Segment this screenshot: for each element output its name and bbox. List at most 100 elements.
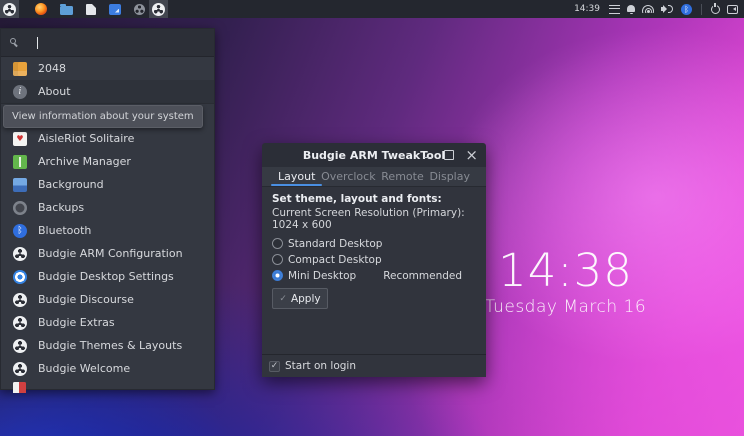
menu-item-label: Budgie Extras: [38, 316, 115, 329]
about-tooltip: View information about your system: [3, 105, 203, 128]
tweaktool-task-button[interactable]: [149, 0, 168, 18]
top-panel: 14:39 ᛒ: [0, 0, 744, 18]
panel-clock[interactable]: 14:39: [574, 4, 600, 14]
radio-button[interactable]: [272, 254, 283, 265]
notifications-icon[interactable]: [627, 5, 635, 12]
menu-item-label: Budgie Themes & Layouts: [38, 339, 182, 352]
menu-item-label: Archive Manager: [38, 155, 131, 168]
menu-pinned-section: 2048 About: [1, 57, 214, 103]
menu-item-budgie-desktop-settings[interactable]: Budgie Desktop Settings: [1, 265, 214, 288]
dialog-body: Set theme, layout and fonts: Current Scr…: [262, 187, 486, 354]
desktop-clock: 14:38 Tuesday March 16: [468, 248, 663, 317]
budgie-icon: [13, 362, 27, 376]
power-icon[interactable]: [711, 5, 720, 14]
menu-item-budgie-arm-configuration[interactable]: Budgie ARM Configuration: [1, 242, 214, 265]
start-on-login-checkbox[interactable]: [269, 361, 280, 372]
budgie-icon: [13, 339, 27, 353]
code-window-icon[interactable]: [109, 4, 121, 15]
section-heading: Set theme, layout and fonts:: [272, 193, 476, 205]
menu-item-bluetooth[interactable]: Bluetooth: [1, 219, 214, 242]
tab-overclock[interactable]: Overclock: [319, 167, 377, 186]
menu-app-list: AisleRiot Solitaire Archive Manager Backgr…: [1, 104, 214, 380]
menu-item-label: 2048: [38, 62, 66, 75]
close-icon[interactable]: [465, 150, 478, 160]
tab-bar: LayoutOverclockRemoteDisplay: [262, 167, 486, 187]
clipped-app-icon: [13, 382, 26, 393]
budgie-settings-icon: [13, 270, 27, 284]
game-2048-icon: [13, 62, 27, 76]
menu-item-budgie-themes-layouts[interactable]: Budgie Themes & Layouts: [1, 334, 214, 357]
bluetooth-icon: [13, 224, 27, 238]
menu-item-label: Budgie Desktop Settings: [38, 270, 174, 283]
budgie-menu-icon: [3, 3, 16, 16]
search-icon: [10, 38, 19, 47]
wifi-icon[interactable]: [642, 5, 654, 13]
radio-label: Compact Desktop: [288, 254, 382, 266]
radio-row-mini-desktop[interactable]: Mini Desktop Recommended: [272, 268, 476, 283]
budgie-menu-button[interactable]: [0, 0, 19, 18]
radio-row-standard-desktop[interactable]: Standard Desktop: [272, 236, 476, 251]
maximize-icon[interactable]: [444, 150, 454, 160]
tweaktool-task-icon: [152, 3, 165, 16]
menu-item-label: Budgie ARM Configuration: [38, 247, 183, 260]
menu-item-about[interactable]: About: [1, 80, 214, 103]
check-icon: [279, 294, 287, 304]
menu-item-backups[interactable]: Backups: [1, 196, 214, 219]
minimize-icon[interactable]: [423, 150, 433, 160]
menu-item-budgie-extras[interactable]: Budgie Extras: [1, 311, 214, 334]
status-area: 14:39 ᛒ: [574, 0, 744, 18]
menu-item-background[interactable]: Background: [1, 173, 214, 196]
menu-item-budgie-discourse[interactable]: Budgie Discourse: [1, 288, 214, 311]
budgie-icon: [13, 293, 27, 307]
radio-label: Mini Desktop: [288, 270, 356, 282]
menu-item-label: AisleRiot Solitaire: [38, 132, 134, 145]
clock-date: Tuesday March 16: [468, 297, 663, 317]
tab-display[interactable]: Display: [427, 167, 472, 186]
tab-layout[interactable]: Layout: [276, 167, 317, 186]
menu-item-label: Bluetooth: [38, 224, 91, 237]
menu-item-label: Budgie Discourse: [38, 293, 134, 306]
radio-row-compact-desktop[interactable]: Compact Desktop: [272, 252, 476, 267]
tray-expander-icon[interactable]: [727, 5, 738, 14]
budgie-icon: [13, 316, 27, 330]
about-info-icon: [13, 85, 27, 99]
titlebar[interactable]: Budgie ARM TweakTool: [262, 143, 486, 167]
panel-separator: [701, 4, 702, 15]
status-menu-icon[interactable]: [609, 5, 620, 14]
radio-note: Recommended: [383, 270, 462, 282]
tab-remote[interactable]: Remote: [379, 167, 425, 186]
apply-button-label: Apply: [291, 293, 321, 305]
radio-button[interactable]: [272, 238, 283, 249]
menu-item-2048[interactable]: 2048: [1, 57, 214, 80]
menu-item-label: Background: [38, 178, 104, 191]
resolution-label: Current Screen Resolution (Primary): 102…: [272, 207, 476, 231]
menu-item-aisleriot-solitaire[interactable]: AisleRiot Solitaire: [1, 127, 214, 150]
menu-item-archive-manager[interactable]: Archive Manager: [1, 150, 214, 173]
backups-icon: [13, 201, 27, 215]
taskbar: [0, 0, 168, 18]
text-caret: [37, 37, 38, 49]
menu-item-budgie-welcome[interactable]: Budgie Welcome: [1, 357, 214, 380]
menu-search-row[interactable]: [1, 29, 214, 57]
bluetooth-status-icon[interactable]: ᛒ: [681, 4, 692, 15]
clipped-menu-item[interactable]: [1, 380, 214, 393]
tweaktool-window: Budgie ARM TweakTool LayoutOverclockRemo…: [262, 143, 486, 377]
radio-label: Standard Desktop: [288, 238, 382, 250]
file-manager-icon[interactable]: [60, 6, 73, 15]
volume-icon[interactable]: [661, 4, 674, 14]
budgie-icon: [13, 247, 27, 261]
solitaire-icon: [13, 132, 27, 146]
background-icon: [13, 178, 27, 192]
apply-button[interactable]: Apply: [272, 288, 328, 309]
radio-button[interactable]: [272, 270, 283, 281]
firefox-icon[interactable]: [35, 3, 47, 15]
search-input[interactable]: [27, 36, 187, 49]
desktop-mode-radio-group: Standard Desktop Compact Desktop Mini Desk…: [272, 236, 476, 283]
menu-item-label: Budgie Welcome: [38, 362, 130, 375]
budgie-app-icon[interactable]: [134, 4, 145, 15]
dialog-footer: Start on login: [262, 354, 486, 377]
start-on-login-label: Start on login: [285, 360, 356, 372]
text-editor-icon[interactable]: [86, 4, 96, 15]
archive-icon: [13, 155, 27, 169]
clock-time: 14:38: [468, 248, 663, 293]
